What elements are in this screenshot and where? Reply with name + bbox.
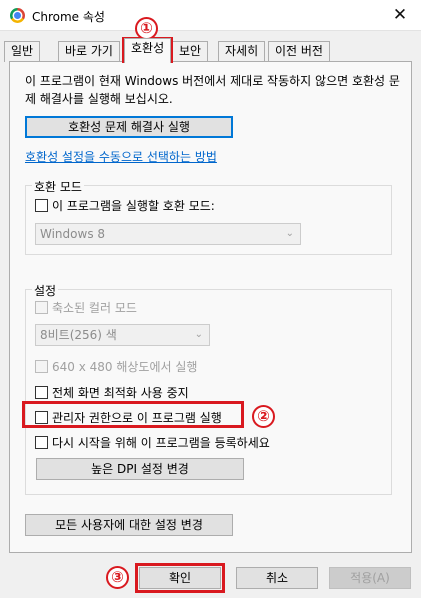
admin-highlight-box bbox=[22, 401, 244, 428]
close-button[interactable]: ✕ bbox=[379, 0, 421, 30]
title-bar: Chrome 속성 ✕ bbox=[0, 0, 421, 31]
compatibility-panel: 이 프로그램이 현재 Windows 버전에서 제대로 작동하지 않으면 호환성… bbox=[9, 61, 412, 553]
manual-settings-link[interactable]: 호환성 설정을 수동으로 선택하는 방법 bbox=[25, 148, 217, 165]
window-title: Chrome 속성 bbox=[32, 10, 105, 24]
settings-legend: 설정 bbox=[32, 282, 59, 299]
compat-mode-checkbox-row[interactable]: 이 프로그램을 실행할 호환 모드: bbox=[35, 199, 215, 215]
color-depth-select-value: 8비트(256) 색 bbox=[40, 328, 117, 342]
callout-1-badge: ① bbox=[135, 17, 158, 40]
all-users-settings-button[interactable]: 모든 사용자에 대한 설정 변경 bbox=[25, 514, 233, 536]
callout-3-badge: ③ bbox=[106, 566, 129, 589]
tab-shortcut[interactable]: 바로 가기 bbox=[58, 41, 120, 62]
compat-mode-label: 이 프로그램을 실행할 호환 모드: bbox=[52, 199, 215, 213]
tab-strip: 일반 바로 가기 호환성 보안 자세히 이전 버전 bbox=[0, 38, 421, 63]
disable-fullscreen-row[interactable]: 전체 화면 최적화 사용 중지 bbox=[35, 386, 189, 402]
register-restart-checkbox[interactable] bbox=[35, 436, 48, 449]
high-dpi-button[interactable]: 높은 DPI 설정 변경 bbox=[36, 458, 244, 480]
compat-mode-select-value: Windows 8 bbox=[40, 227, 106, 241]
color-depth-select: 8비트(256) 색 ⌄ bbox=[35, 324, 210, 346]
reduced-color-row: 축소된 컬러 모드 bbox=[35, 301, 137, 317]
tab-details[interactable]: 자세히 bbox=[218, 41, 266, 62]
compat-mode-legend: 호환 모드 bbox=[32, 178, 84, 195]
tab-compatibility[interactable]: 호환성 bbox=[124, 38, 172, 63]
callout-2-badge: ② bbox=[252, 405, 275, 428]
settings-group: 설정 축소된 컬러 모드 8비트(256) 색 ⌄ 640 x 480 해상도에… bbox=[25, 282, 392, 495]
low-res-label: 640 x 480 해상도에서 실행 bbox=[52, 360, 198, 374]
disable-fullscreen-label: 전체 화면 최적화 사용 중지 bbox=[52, 386, 189, 400]
chrome-icon bbox=[10, 8, 25, 23]
tab-security[interactable]: 보안 bbox=[172, 41, 209, 62]
compat-mode-checkbox[interactable] bbox=[35, 199, 48, 212]
reduced-color-checkbox bbox=[35, 301, 48, 314]
low-res-row: 640 x 480 해상도에서 실행 bbox=[35, 360, 197, 376]
tab-previous-versions[interactable]: 이전 버전 bbox=[268, 41, 330, 62]
compat-intro-text: 이 프로그램이 현재 Windows 버전에서 제대로 작동하지 않으면 호환성… bbox=[25, 74, 400, 106]
chevron-down-icon: ⌄ bbox=[194, 329, 203, 340]
cancel-button[interactable]: 취소 bbox=[236, 567, 318, 589]
chevron-down-icon: ⌄ bbox=[285, 228, 294, 239]
ok-highlight-box bbox=[135, 563, 225, 593]
troubleshooter-button[interactable]: 호환성 문제 해결사 실행 bbox=[25, 116, 233, 138]
low-res-checkbox bbox=[35, 360, 48, 373]
compat-mode-group: 호환 모드 이 프로그램을 실행할 호환 모드: Windows 8 ⌄ bbox=[25, 178, 392, 255]
compat-mode-select[interactable]: Windows 8 ⌄ bbox=[35, 223, 301, 245]
apply-button[interactable]: 적용(A) bbox=[329, 567, 411, 589]
reduced-color-label: 축소된 컬러 모드 bbox=[52, 301, 137, 315]
register-restart-row[interactable]: 다시 시작을 위해 이 프로그램을 등록하세요 bbox=[35, 436, 270, 452]
register-restart-label: 다시 시작을 위해 이 프로그램을 등록하세요 bbox=[52, 436, 270, 450]
tab-general[interactable]: 일반 bbox=[4, 41, 41, 62]
disable-fullscreen-checkbox[interactable] bbox=[35, 386, 48, 399]
